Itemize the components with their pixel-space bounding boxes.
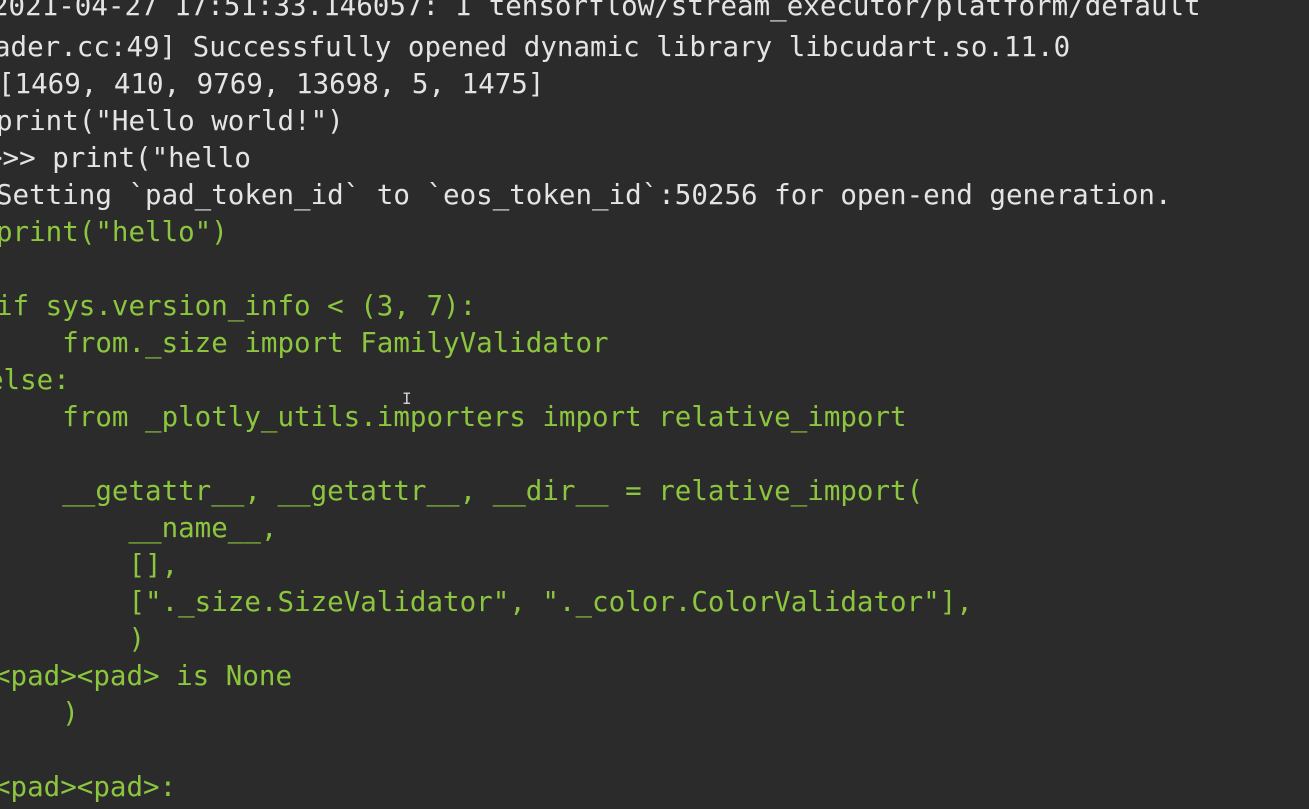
terminal-line-tf-log-cont: ader.cc:49] Successfully opened dynamic … <box>0 31 1071 63</box>
terminal-line-token-ids: [1469, 410, 9769, 13698, 5, 1475] <box>0 68 545 100</box>
text-cursor-icon: I <box>402 389 412 408</box>
terminal-line-pad-token-warning: Setting `pad_token_id` to `eos_token_id`… <box>0 179 1172 211</box>
terminal-line-pad-is-none: <pad><pad> is None <box>0 660 293 692</box>
terminal-line-print-hello-world: print("Hello world!") <box>0 105 344 137</box>
terminal-line-empty-list: [], <box>0 549 179 581</box>
terminal-line-getattr-assign: __getattr__, __getattr__, __dir__ = rela… <box>0 475 924 507</box>
terminal-line-if-version: if sys.version_info < (3, 7): <box>0 290 477 322</box>
terminal-line-from-size: from._size import FamilyValidator <box>0 327 609 359</box>
terminal-line-generated-print: print("hello") <box>0 216 228 248</box>
terminal-line-name-arg: __name__, <box>0 512 278 544</box>
terminal-line-close-paren: ) <box>0 623 146 655</box>
terminal-line-close-paren-outer: ) <box>0 697 79 729</box>
terminal-line-pad-colon: <pad><pad>: <box>0 771 177 803</box>
terminal-line-tf-log: 2021-04-27 17:51:33.146057: I tensorflow… <box>0 0 1201 22</box>
terminal-line-validator-list: ["._size.SizeValidator", "._color.ColorV… <box>0 586 973 618</box>
terminal-window[interactable]: 2021-04-27 17:51:33.146057: I tensorflow… <box>0 0 1309 809</box>
terminal-line-else: else: <box>0 364 70 396</box>
terminal-line-prompt-input: >>> print("hello <box>0 142 251 174</box>
terminal-line-from-plotly-utils: from _plotly_utils.importers import rela… <box>0 401 907 433</box>
